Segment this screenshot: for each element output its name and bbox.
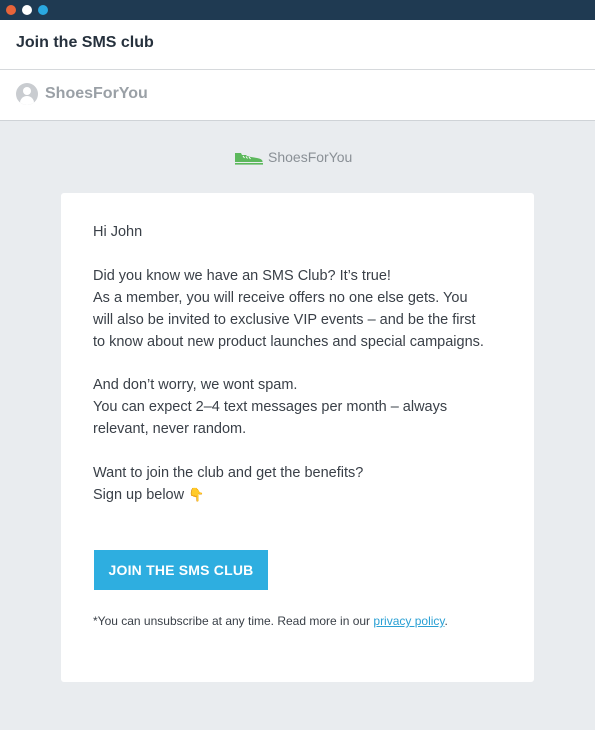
join-sms-club-button[interactable]: JOIN THE SMS CLUB bbox=[94, 550, 268, 590]
email-subject-bar: Join the SMS club bbox=[0, 20, 595, 70]
privacy-policy-link[interactable]: privacy policy bbox=[373, 614, 444, 628]
paragraph-no-spam: And don’t worry, we wont spam. You can e… bbox=[93, 374, 447, 440]
brand-logo: ShoesForYou bbox=[234, 146, 352, 168]
pointing-down-icon: 👇 bbox=[188, 487, 205, 502]
brand-name: ShoesForYou bbox=[268, 149, 353, 165]
maximize-window-dot[interactable] bbox=[38, 5, 48, 15]
text-line: And don’t worry, we wont spam. bbox=[93, 377, 298, 393]
email-sender-bar: ShoesForYou bbox=[0, 70, 595, 121]
minimize-window-dot[interactable] bbox=[22, 5, 32, 15]
text-line: to know about new product launches and s… bbox=[93, 334, 484, 350]
close-window-dot[interactable] bbox=[6, 5, 16, 15]
email-subject: Join the SMS club bbox=[16, 34, 154, 51]
text-line: As a member, you will receive offers no … bbox=[93, 290, 468, 306]
sender-name: ShoesForYou bbox=[45, 85, 148, 102]
text-line: You can expect 2–4 text messages per mon… bbox=[93, 399, 448, 415]
paragraph-intro: Did you know we have an SMS Club? It’s t… bbox=[93, 265, 484, 353]
text-line: will also be invited to exclusive VIP ev… bbox=[93, 312, 476, 328]
text-line: relevant, never random. bbox=[93, 421, 247, 437]
email-card: Hi John Did you know we have an SMS Club… bbox=[61, 193, 534, 682]
signup-text: Sign up below bbox=[93, 487, 185, 503]
unsubscribe-footnote: *You can unsubscribe at any time. Read m… bbox=[93, 614, 448, 628]
shoe-icon bbox=[235, 153, 263, 165]
user-avatar-icon bbox=[16, 83, 38, 105]
greeting: Hi John bbox=[93, 224, 143, 240]
footnote-text: *You can unsubscribe at any time. Read m… bbox=[93, 614, 374, 628]
footnote-end: . bbox=[444, 614, 448, 628]
text-line: Sign up below 👇 bbox=[93, 484, 363, 506]
paragraph-signup: Want to join the club and get the benefi… bbox=[93, 462, 363, 506]
text-line: Did you know we have an SMS Club? It’s t… bbox=[93, 268, 391, 284]
window-titlebar bbox=[0, 0, 595, 20]
text-line: Want to join the club and get the benefi… bbox=[93, 465, 364, 481]
